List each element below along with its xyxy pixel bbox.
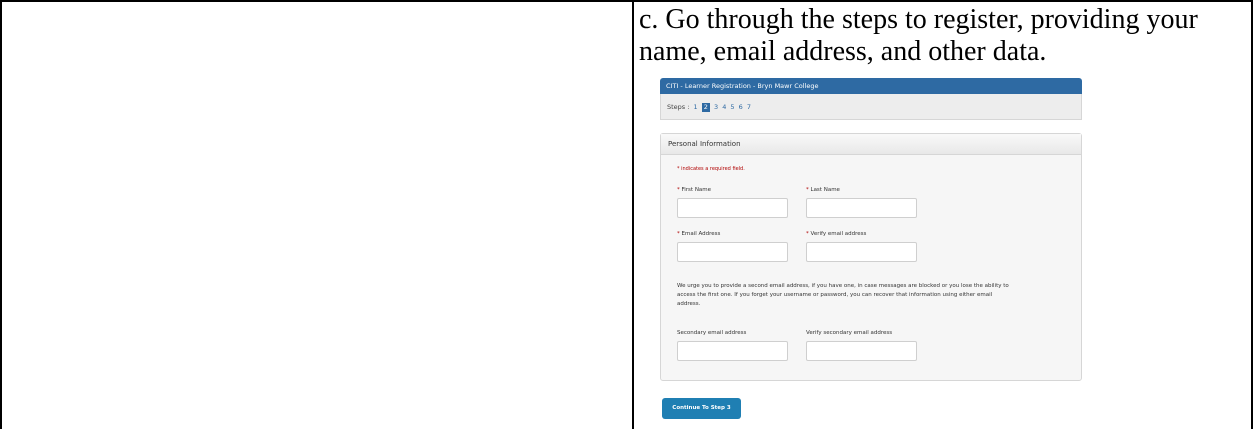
secondary-email-label: Secondary email address [677, 330, 747, 336]
step-5[interactable]: 5 [730, 94, 734, 120]
required-star: * [677, 187, 680, 193]
email-label: * Email Address [677, 231, 721, 237]
required-field-note: * indicates a required field. [677, 166, 745, 172]
last-name-input[interactable] [806, 198, 917, 218]
steps-bar: Steps : 1 2 3 4 5 6 7 [660, 94, 1082, 120]
required-star: * [806, 231, 809, 237]
urge-text-line-3: address. [677, 301, 701, 307]
verify-secondary-email-input[interactable] [806, 341, 917, 361]
personal-information-panel: Personal Information * indicates a requi… [660, 133, 1082, 381]
step-1[interactable]: 1 [694, 94, 698, 120]
email-input[interactable] [677, 242, 788, 262]
secondary-email-input[interactable] [677, 341, 788, 361]
panel-title: Personal Information [661, 134, 1081, 155]
last-name-label: * Last Name [806, 187, 840, 193]
urge-text-line-2: access the first one. If you forget your… [677, 292, 993, 298]
first-name-input[interactable] [677, 198, 788, 218]
required-star: * [677, 231, 680, 237]
verify-secondary-email-label: Verify secondary email address [806, 330, 893, 336]
required-star: * [806, 187, 809, 193]
registration-header: CITI - Learner Registration - Bryn Mawr … [660, 78, 1082, 94]
step-7[interactable]: 7 [747, 94, 751, 120]
table-border-top [0, 0, 1253, 2]
verify-email-label: * Verify email address [806, 231, 867, 237]
first-name-label: * First Name [677, 187, 712, 193]
table-border-left [0, 0, 2, 429]
step-6[interactable]: 6 [739, 94, 743, 120]
urge-text-line-1: We urge you to provide a second email ad… [677, 283, 1009, 289]
table-border-middle [632, 0, 634, 429]
step-4[interactable]: 4 [722, 94, 726, 120]
step-3[interactable]: 3 [714, 94, 718, 120]
step-2-active[interactable]: 2 [701, 103, 710, 112]
instruction-text: c. Go through the steps to register, pro… [639, 4, 1198, 67]
registration-screenshot: CITI - Learner Registration - Bryn Mawr … [660, 78, 1082, 429]
verify-email-input[interactable] [806, 242, 917, 262]
continue-button[interactable]: Continue To Step 3 [662, 398, 741, 419]
steps-label: Steps : [667, 103, 690, 111]
